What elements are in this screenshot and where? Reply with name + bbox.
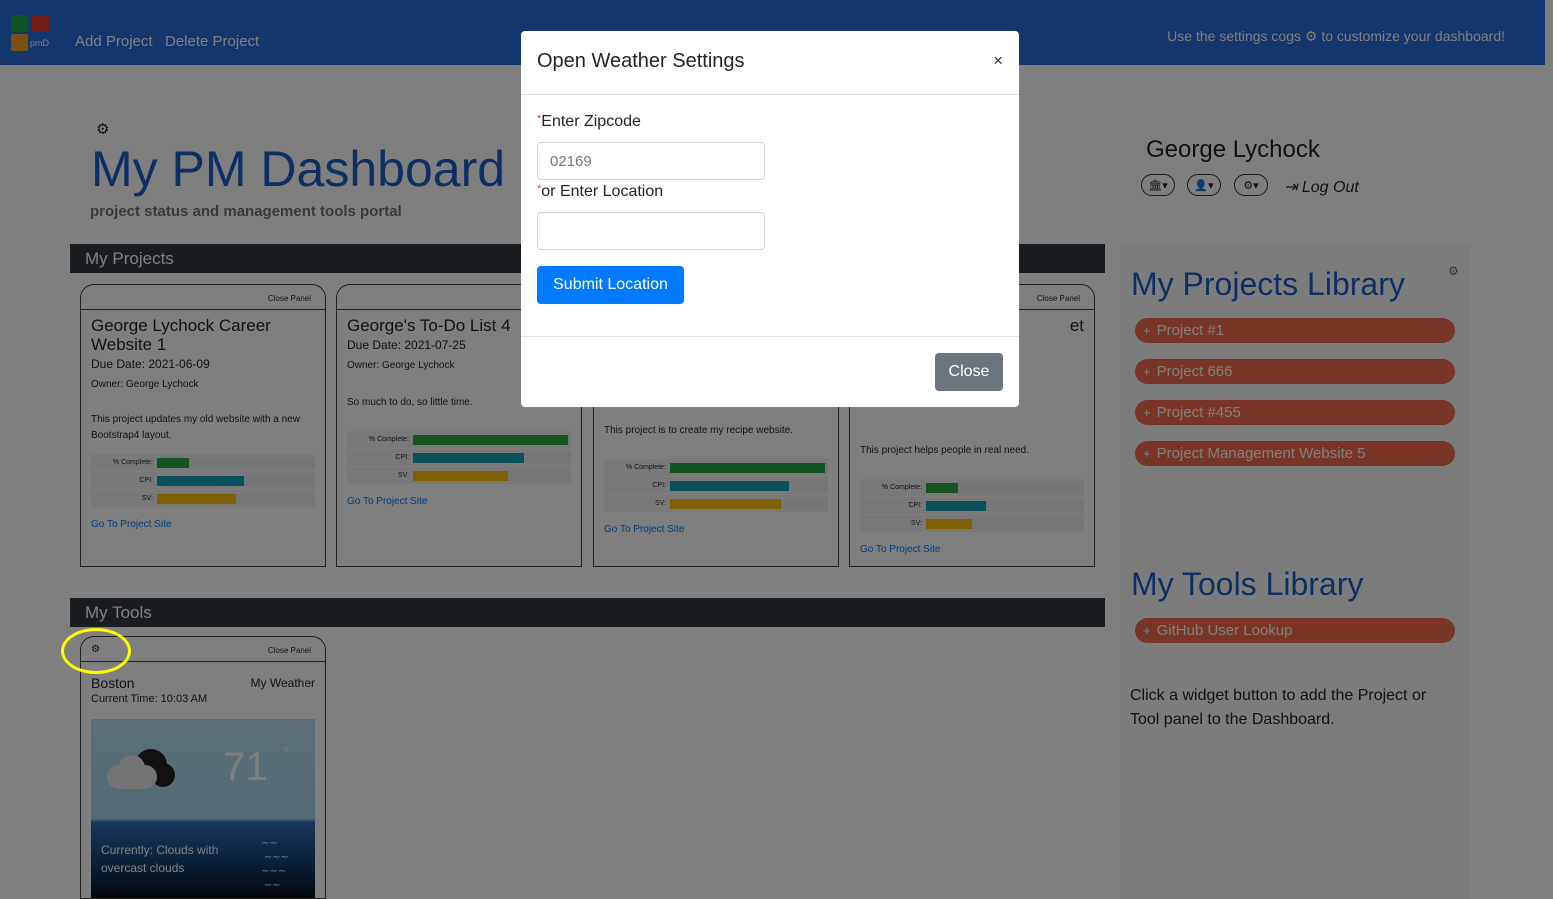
modal-close-x-button[interactable]: × [993, 51, 1003, 71]
modal-footer: Close [521, 336, 1019, 408]
highlight-ring [61, 628, 131, 674]
close-button[interactable]: Close [935, 353, 1003, 391]
submit-location-button[interactable]: Submit Location [537, 266, 684, 304]
zip-label: *Enter Zipcode [537, 113, 641, 131]
location-label: *or Enter Location [537, 183, 663, 201]
modal-header: Open Weather Settings × [521, 31, 1019, 95]
zip-label-text: Enter Zipcode [541, 113, 641, 130]
weather-settings-modal: Open Weather Settings × *Enter Zipcode *… [521, 31, 1019, 407]
zipcode-input[interactable] [537, 142, 765, 180]
location-input[interactable] [537, 212, 765, 250]
modal-title: Open Weather Settings [537, 50, 745, 72]
location-label-text: or Enter Location [541, 183, 664, 200]
